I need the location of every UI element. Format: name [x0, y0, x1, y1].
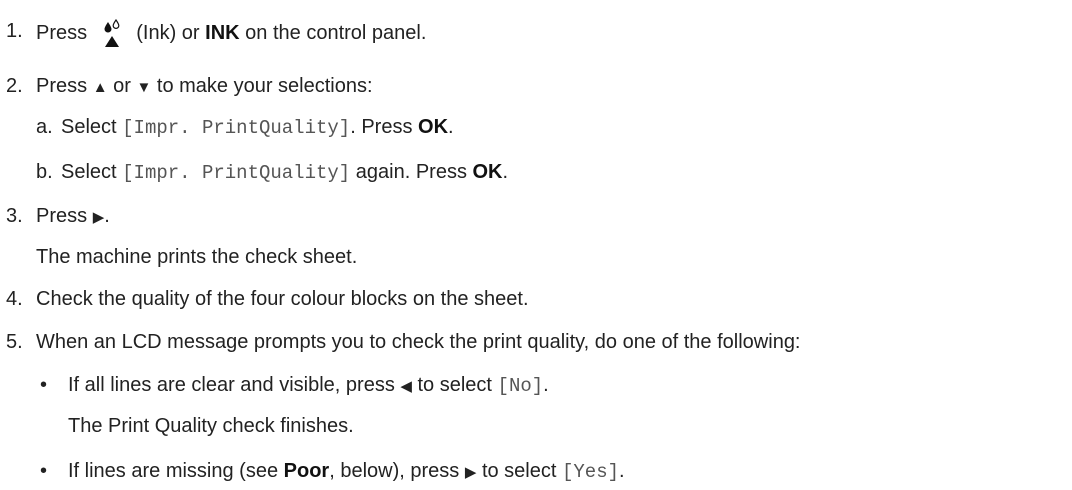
step-text: , below), press	[329, 460, 460, 482]
bullet-icon: •	[40, 374, 48, 396]
menu-item-code: [Impr. PrintQuality]	[122, 162, 351, 184]
ok-key-label: OK	[472, 161, 503, 183]
step-result-text: The Print Quality check finishes.	[68, 415, 354, 437]
substep-letter: b.	[36, 161, 53, 183]
step-text: . Press	[350, 116, 413, 138]
ink-key-label: INK	[205, 22, 240, 44]
step-text: on the control panel.	[245, 22, 427, 44]
right-arrow-icon: ▶	[464, 464, 477, 481]
step-text: Check the quality of the four colour blo…	[36, 288, 529, 310]
menu-item-code: [No]	[497, 375, 544, 397]
step-number: 5.	[6, 331, 23, 353]
step-text: or	[113, 75, 131, 97]
step-text: If all lines are clear and visible, pres…	[68, 374, 395, 396]
step-text: to select	[481, 460, 557, 482]
poor-link-label: Poor	[283, 460, 330, 482]
step-text: (Ink) or	[136, 22, 200, 44]
step-text: If lines are missing (see	[68, 460, 279, 482]
ok-key-label: OK	[418, 116, 449, 138]
step-text: to select	[417, 374, 492, 396]
step-text: When an LCD message prompts you to check…	[36, 331, 801, 353]
menu-item-code: [Yes]	[561, 461, 619, 483]
step-number: 4.	[6, 288, 23, 310]
step-result-text: The machine prints the check sheet.	[36, 246, 358, 268]
bullet-icon: •	[40, 460, 48, 482]
step-number: 2.	[6, 75, 23, 97]
substep-letter: a.	[36, 116, 53, 138]
right-arrow-icon: ▶	[92, 209, 105, 226]
ink-drops-icon	[99, 18, 125, 49]
up-arrow-icon: ▲	[92, 79, 108, 96]
menu-item-code: [Impr. PrintQuality]	[122, 117, 351, 139]
step-text: Press	[36, 75, 88, 97]
left-arrow-icon: ◀	[400, 378, 412, 395]
step-text: Select	[61, 116, 117, 138]
step-text: Select	[61, 161, 117, 183]
step-text: Press	[36, 22, 88, 44]
step-text: again. Press	[355, 161, 467, 183]
down-arrow-icon: ▼	[136, 79, 152, 96]
step-number: 3.	[6, 205, 23, 227]
step-text: to make your selections:	[156, 75, 373, 97]
step-text: Press	[36, 205, 88, 227]
step-number: 1.	[6, 20, 23, 42]
